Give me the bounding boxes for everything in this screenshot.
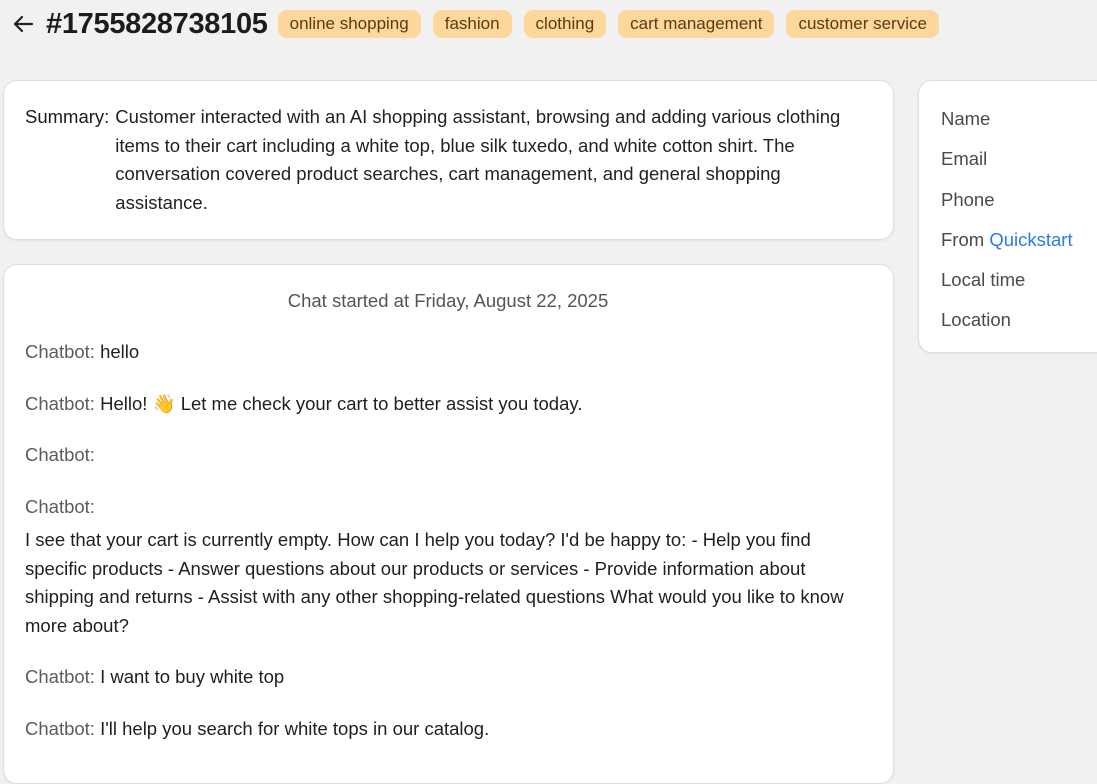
chat-message: Chatbot: I want to buy white top: [25, 663, 871, 692]
arrow-left-icon: [13, 15, 34, 33]
tag-online-shopping: online shopping: [277, 10, 421, 38]
message-sender: Chatbot:: [25, 666, 95, 687]
contact-email-label: Email: [941, 148, 988, 170]
chat-transcript[interactable]: Chat started at Friday, August 22, 2025 …: [3, 264, 894, 784]
back-button[interactable]: [10, 11, 36, 37]
summary-label: Summary:: [25, 106, 110, 127]
conversation-id: #1755828738105: [46, 7, 268, 40]
message-sender: Chatbot:: [25, 444, 95, 465]
chat-message: Chatbot: I see that your cart is current…: [25, 493, 871, 641]
summary-row: Summary: Customer interacted with an AI …: [25, 103, 871, 217]
message-sender: Chatbot:: [25, 392, 95, 414]
tag-fashion: fashion: [432, 10, 512, 38]
contact-info-card: Name Email Phone From Quickstart Local t…: [918, 80, 1097, 353]
contact-from-row: From Quickstart: [941, 226, 1097, 254]
message-text: I want to buy white top: [100, 666, 285, 687]
summary-card: Summary: Customer interacted with an AI …: [3, 80, 894, 240]
chat-message: Chatbot: Hello! 👋 Let me check your cart…: [25, 390, 871, 419]
contact-phone-label: Phone: [941, 188, 995, 210]
message-sender: Chatbot:: [25, 717, 95, 739]
contact-source-link[interactable]: Quickstart: [989, 229, 1072, 250]
page-header: #1755828738105 online shopping fashion c…: [10, 6, 951, 42]
contact-from-label: From: [941, 228, 985, 250]
message-text: I'll help you search for white tops in o…: [100, 717, 490, 739]
contact-local-time-label: Local time: [941, 269, 1026, 291]
contact-name-label: Name: [941, 108, 991, 129]
tag-clothing: clothing: [523, 10, 607, 38]
summary-text: Customer interacted with an AI shopping …: [115, 106, 841, 213]
message-text: I see that your cart is currently empty.…: [25, 529, 844, 636]
chat-message: Chatbot: hello: [25, 338, 871, 367]
tag-customer-service: customer service: [786, 10, 939, 38]
message-text: Hello! 👋 Let me check your cart to bette…: [100, 392, 583, 414]
message-text: hello: [100, 341, 140, 362]
chat-message: Chatbot:: [25, 441, 871, 470]
contact-location-label: Location: [941, 309, 1011, 331]
message-sender: Chatbot:: [25, 495, 95, 517]
message-sender: Chatbot:: [25, 341, 95, 362]
chat-message: Chatbot: I'll help you search for white …: [25, 715, 871, 744]
tag-cart-management: cart management: [618, 10, 775, 38]
chat-started-label: Chat started at Friday, August 22, 2025: [287, 290, 609, 311]
